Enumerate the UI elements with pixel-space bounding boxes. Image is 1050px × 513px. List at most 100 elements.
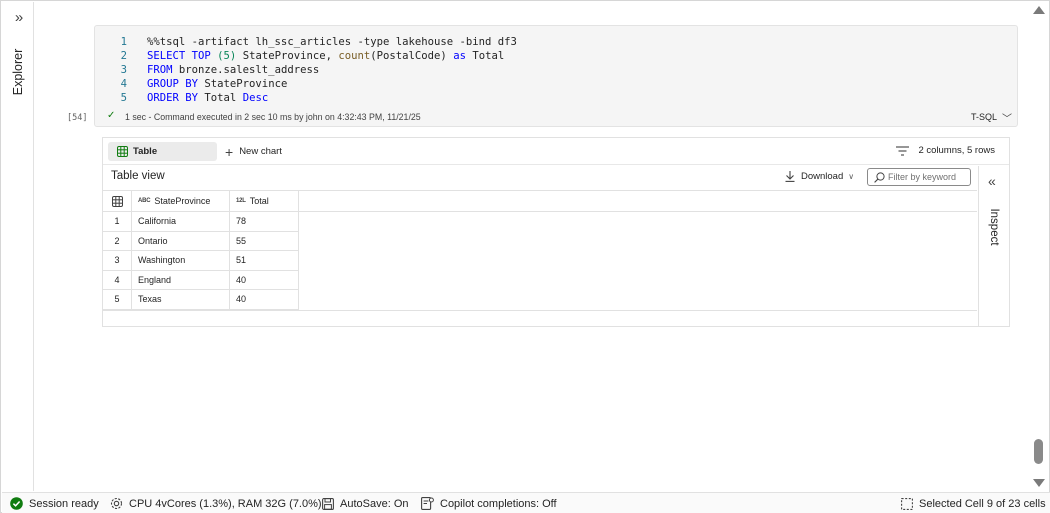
code-token: ORDER BY (147, 92, 199, 104)
notebook-window: » Explorer 1 %%tsql -artifact lh_ssc_arti… (0, 0, 1050, 513)
line-number: 3 (120, 64, 127, 76)
row-index-cell[interactable]: 5 (103, 290, 132, 310)
stateprovince-cell[interactable]: Texas (132, 290, 230, 310)
line-number: 4 (120, 78, 127, 90)
table-row[interactable]: 4 England 40 (103, 270, 299, 290)
download-icon (785, 171, 795, 182)
tab-table-label: Table (133, 146, 158, 157)
plus-icon: + (225, 143, 234, 160)
table-row[interactable]: 1 California 78 (103, 212, 299, 232)
total-cell[interactable]: 51 (230, 251, 299, 271)
autosave-status[interactable]: AutoSave: On (322, 496, 409, 511)
vertical-scrollbar[interactable] (1028, 2, 1049, 491)
search-icon (874, 172, 885, 183)
code-token: StateProvince, (236, 50, 339, 62)
columns-rows-summary[interactable]: 2 columns, 5 rows (896, 145, 995, 156)
row-index-cell[interactable]: 2 (103, 231, 132, 251)
results-grid: ABC StateProvince 12L Total 1 California 7… (103, 190, 977, 311)
table-row[interactable]: 5 Texas 40 (103, 290, 299, 310)
code-token: (5) (217, 50, 237, 62)
scroll-down-arrow-icon[interactable] (1033, 479, 1045, 487)
new-chart-button[interactable]: + New chart (225, 143, 282, 160)
table-view: Table view Download ∨ Filter by keyword … (103, 166, 977, 326)
execution-status: 1 sec - Command executed in 2 sec 10 ms … (125, 112, 421, 122)
chevron-down-icon: ∨ (848, 172, 855, 181)
stateprovince-cell[interactable]: England (132, 270, 230, 290)
row-index-cell[interactable]: 3 (103, 251, 132, 271)
column-header-stateprovince[interactable]: ABC StateProvince (132, 191, 230, 212)
notebook-canvas: 1 %%tsql -artifact lh_ssc_articles -type … (35, 2, 1027, 491)
row-index-cell[interactable]: 1 (103, 212, 132, 232)
code-token: GROUP BY (147, 78, 199, 90)
execution-count: [54] (67, 113, 88, 123)
total-cell[interactable]: 40 (230, 290, 299, 310)
output-toolbar: Table + New chart 2 columns, 5 rows (103, 138, 1009, 165)
table-row[interactable]: 3 Washington 51 (103, 251, 299, 271)
copilot-icon (421, 497, 434, 510)
total-cell[interactable]: 55 (230, 231, 299, 251)
status-bar: Session ready CPU 4vCores (1.3%), RAM 32… (2, 492, 1050, 513)
cell-output: Table + New chart 2 columns, 5 rows Tabl… (102, 137, 1010, 327)
inspect-toggle[interactable]: Inspect (979, 202, 1010, 252)
table-view-title: Table view (111, 170, 165, 182)
filter-icon (896, 145, 910, 156)
download-button[interactable]: Download ∨ (785, 171, 854, 182)
resource-usage[interactable]: CPU 4vCores (1.3%), RAM 32G (7.0%) (110, 496, 322, 511)
code-token: Total (465, 50, 505, 62)
filter-search-box[interactable] (867, 168, 971, 186)
grid-icon (111, 195, 123, 207)
save-icon (322, 497, 334, 510)
text-type-icon: ABC (138, 198, 151, 204)
code-token: count (338, 50, 371, 62)
code-line: 2 SELECT TOP (5) StateProvince, count (Pos… (105, 49, 517, 63)
download-label: Download (801, 171, 844, 182)
row-index-cell[interactable]: 4 (103, 270, 132, 290)
code-line: 1 %%tsql -artifact lh_ssc_articles -type … (105, 35, 517, 49)
new-chart-label: New chart (239, 146, 282, 157)
code-editor[interactable]: 1 %%tsql -artifact lh_ssc_articles -type … (105, 35, 517, 105)
code-token: Total (198, 92, 243, 104)
code-token: StateProvince (198, 78, 288, 90)
explorer-rail: » Explorer (2, 2, 34, 491)
code-token: Desc (242, 92, 269, 104)
total-cell[interactable]: 78 (230, 212, 299, 232)
cell-language[interactable]: T-SQL (971, 112, 997, 122)
tab-table[interactable]: Table (108, 142, 217, 161)
table-row[interactable]: 2 Ontario 55 (103, 231, 299, 251)
gear-icon (110, 497, 123, 510)
column-header-label: StateProvince (154, 196, 211, 206)
session-status-label: Session ready (29, 497, 99, 510)
code-token: (PostalCode) (370, 50, 454, 62)
select-all-cell[interactable] (103, 191, 132, 212)
stateprovince-cell[interactable]: Ontario (132, 231, 230, 251)
code-token: FROM (147, 64, 173, 76)
copilot-label: Copilot completions: Off (440, 497, 557, 510)
inspect-label: Inspect (988, 208, 1000, 246)
filter-input[interactable] (888, 170, 968, 184)
chevron-down-icon[interactable]: ﹀ (1002, 110, 1012, 125)
column-header-total[interactable]: 12L Total (230, 191, 299, 212)
chevrons-right-icon[interactable]: » (11, 10, 27, 26)
autosave-label: AutoSave: On (340, 497, 409, 510)
code-cell[interactable]: 1 %%tsql -artifact lh_ssc_articles -type … (67, 25, 1019, 127)
cell-status-row: ✓ 1 sec - Command executed in 2 sec 10 m… (95, 110, 1019, 126)
code-line: 5 ORDER BY Total Desc (105, 91, 517, 105)
stateprovince-cell[interactable]: Washington (132, 251, 230, 271)
column-header-label: Total (249, 196, 269, 206)
stateprovince-cell[interactable]: California (132, 212, 230, 232)
grid-header-filler (299, 191, 977, 212)
copilot-status[interactable]: Copilot completions: Off (421, 496, 557, 511)
total-cell[interactable]: 40 (230, 270, 299, 290)
session-status[interactable]: Session ready (10, 496, 99, 511)
resource-usage-label: CPU 4vCores (1.3%), RAM 32G (7.0%) (129, 497, 322, 510)
line-number: 1 (120, 36, 127, 48)
selection-icon (901, 497, 913, 510)
scroll-up-arrow-icon[interactable] (1033, 6, 1045, 14)
line-number: 2 (120, 50, 127, 62)
code-token: SELECT TOP (147, 50, 218, 62)
explorer-toggle[interactable]: Explorer (2, 42, 34, 102)
check-circle-icon (10, 497, 23, 510)
chevrons-left-icon[interactable]: « (988, 174, 996, 188)
scrollbar-thumb[interactable] (1034, 439, 1043, 464)
inspect-pane: « Inspect (978, 166, 1009, 326)
